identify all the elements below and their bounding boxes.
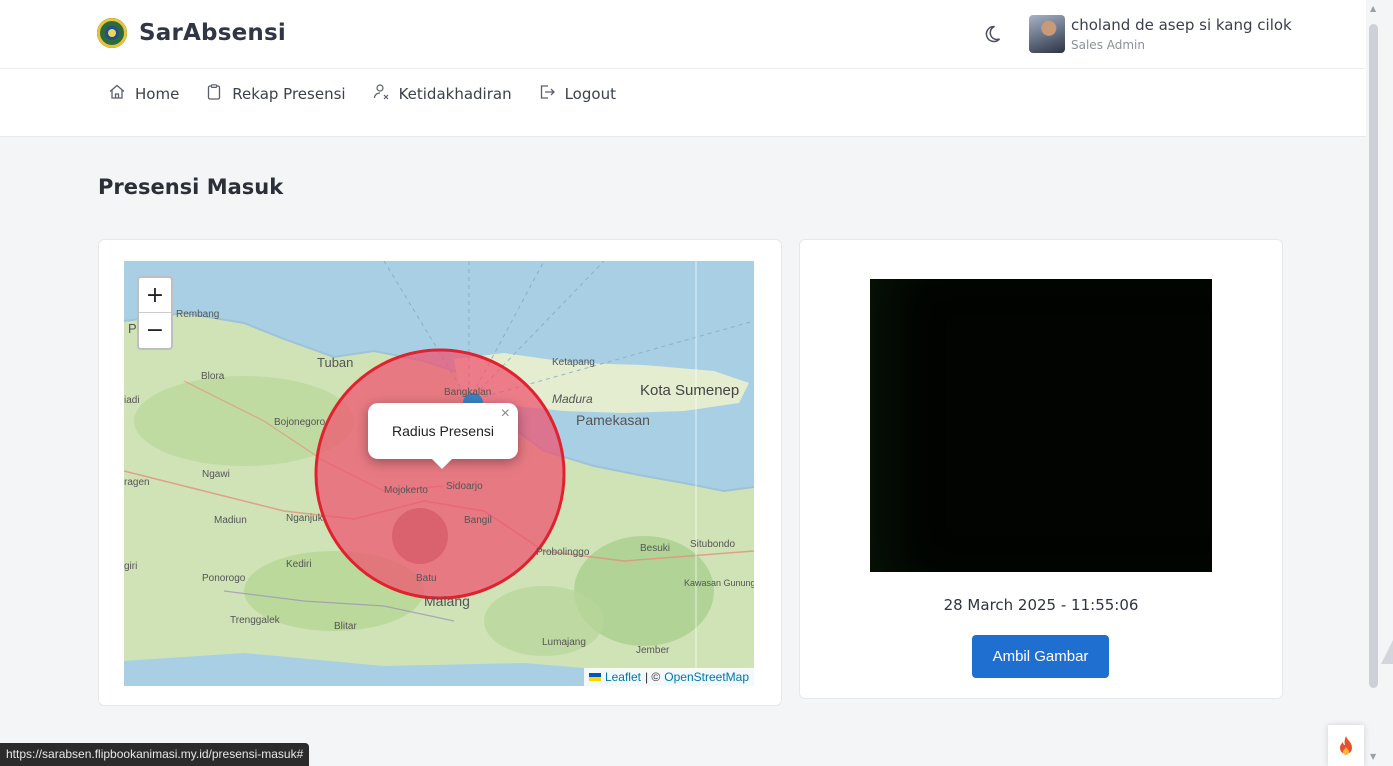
nav-item-rekap-presensi[interactable]: Rekap Presensi	[205, 83, 346, 105]
moon-icon[interactable]	[982, 24, 1002, 44]
clipboard-icon	[205, 83, 223, 105]
nav-item-label: Ketidakhadiran	[398, 85, 512, 103]
nav-item-label: Rekap Presensi	[232, 85, 346, 103]
map-label: Blitar	[334, 621, 357, 632]
nav-item-logout[interactable]: Logout	[538, 83, 616, 105]
nav-item-label: Home	[135, 85, 180, 103]
map-label: Madura	[552, 392, 593, 406]
topbar: SarAbsensi choland de asep si kang cilok…	[0, 0, 1366, 69]
map-label: P	[128, 321, 137, 336]
camera-card: 28 March 2025 - 11:55:06 Ambil Gambar	[799, 239, 1283, 699]
map-label: Blora	[201, 371, 225, 382]
map-label: Sidoarjo	[446, 481, 483, 492]
brand[interactable]: SarAbsensi	[97, 18, 286, 48]
map-label: Trenggalek	[230, 615, 281, 626]
logout-icon	[538, 83, 556, 105]
scroll-up-icon[interactable]: ▲	[1370, 4, 1376, 13]
brand-name: SarAbsensi	[139, 20, 286, 46]
osm-link[interactable]: OpenStreetMap	[664, 670, 749, 684]
map-label: Bangil	[464, 515, 492, 526]
map-label: Ponorogo	[202, 573, 246, 584]
map-label: iadi	[124, 395, 140, 406]
map-label: Pamekasan	[576, 412, 650, 428]
user-x-icon	[372, 83, 390, 105]
map-card: P Rembang Tuban Blora iadi Bojonegoro Ng…	[98, 239, 782, 706]
map-label: Madiun	[214, 515, 247, 526]
map-label: Tuban	[317, 355, 353, 370]
fire-icon[interactable]	[1328, 725, 1364, 766]
radius-popup: Radius Presensi ×	[368, 403, 518, 469]
map-label: Lumajang	[542, 637, 586, 648]
capture-timestamp: 28 March 2025 - 11:55:06	[943, 596, 1139, 614]
map-label: Malang	[424, 593, 470, 609]
map-label: Probolinggo	[536, 547, 590, 558]
zoom-in-button[interactable]: +	[139, 278, 171, 313]
map-label: Ngawi	[202, 469, 230, 480]
main-nav: Home Rekap Presensi Ketidakhadiran Logou…	[108, 83, 616, 105]
map-label: Rembang	[176, 309, 219, 320]
map-label: Bangkalan	[444, 387, 491, 398]
leaflet-link[interactable]: Leaflet	[605, 670, 641, 684]
camera-preview	[870, 279, 1212, 572]
logo-icon	[97, 18, 127, 48]
map-label: Jember	[636, 645, 670, 656]
map-label: Batu	[416, 573, 437, 584]
zoom-out-button[interactable]: −	[139, 313, 171, 347]
leaflet-map[interactable]: P Rembang Tuban Blora iadi Bojonegoro Ng…	[124, 261, 754, 686]
scroll-down-icon[interactable]: ▼	[1370, 752, 1376, 761]
popup-text: Radius Presensi	[392, 423, 494, 439]
home-icon	[108, 83, 126, 105]
map-label: ragen	[124, 477, 150, 488]
nav-item-label: Logout	[564, 85, 616, 103]
attribution-separator: | ©	[644, 670, 661, 684]
map-label: Kediri	[286, 559, 312, 570]
map-label: Ketapang	[552, 357, 595, 368]
zoom-control: + −	[137, 276, 173, 350]
map-label: Bojonegoro	[274, 417, 326, 428]
map-label: Nganjuk	[286, 513, 324, 524]
scrollbar-thumb[interactable]	[1369, 24, 1378, 688]
nav-item-home[interactable]: Home	[108, 83, 179, 105]
decorative-shape	[1381, 640, 1393, 664]
map-attribution: Leaflet | © OpenStreetMap	[583, 668, 754, 686]
avatar[interactable]	[1029, 15, 1065, 53]
map-tiles: P Rembang Tuban Blora iadi Bojonegoro Ng…	[124, 261, 754, 686]
map-label: Kawasan Gunung Raung dan Gunung Ijen	[684, 578, 754, 588]
map-label: Mojokerto	[384, 485, 428, 496]
map-label: Besuki	[640, 543, 670, 554]
nav-item-ketidakhadiran[interactable]: Ketidakhadiran	[372, 83, 512, 105]
app-header: SarAbsensi choland de asep si kang cilok…	[0, 0, 1366, 137]
close-icon[interactable]: ×	[501, 405, 510, 423]
map-label: Kota Sumenep	[640, 382, 739, 399]
map-label: Situbondo	[690, 539, 735, 550]
page-title: Presensi Masuk	[98, 175, 284, 199]
user-role: Sales Admin	[1071, 38, 1145, 52]
capture-button[interactable]: Ambil Gambar	[972, 635, 1109, 678]
user-name[interactable]: choland de asep si kang cilok	[1071, 16, 1292, 34]
ukraine-flag-icon	[588, 673, 601, 681]
map-label: giri	[124, 561, 137, 572]
status-bar-url: https://sarabsen.flipbookanimasi.my.id/p…	[0, 743, 310, 766]
